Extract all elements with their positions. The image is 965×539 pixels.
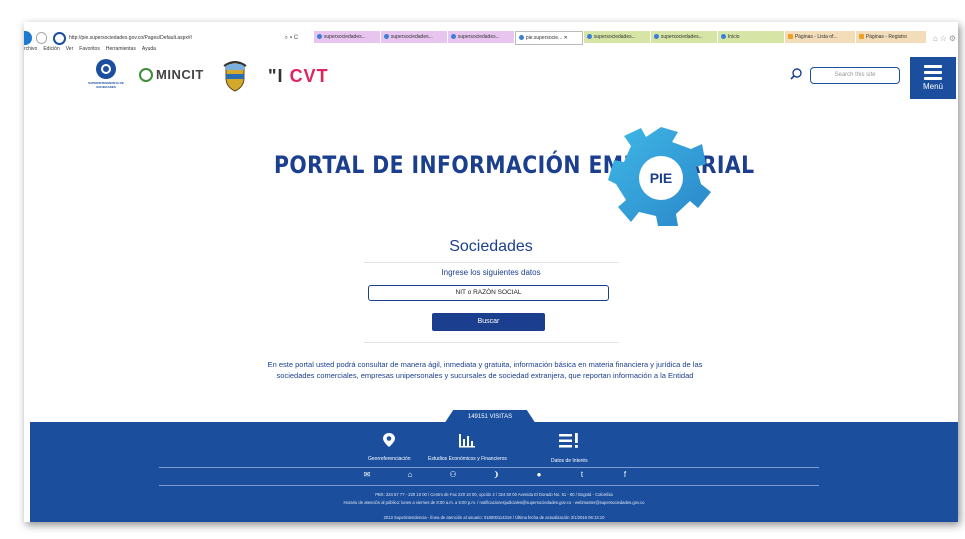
menu-edicion[interactable]: Edición: [43, 46, 59, 55]
form-subtitle: Ingrese los siguientes datos: [441, 268, 541, 277]
colombia-shield-icon[interactable]: [222, 60, 248, 92]
browser-tab[interactable]: Inicio: [717, 31, 784, 43]
datos-de-interes-link[interactable]: Datos de Interés: [551, 432, 588, 464]
location-pin-icon: [383, 433, 396, 447]
menu-archivo[interactable]: rchivo: [24, 46, 37, 55]
rss-icon[interactable]: ❩: [488, 470, 504, 479]
tab-favicon-icon: [383, 34, 389, 40]
menu-favoritos[interactable]: Favoritos: [79, 46, 100, 55]
browser-tab[interactable]: supersociedades...: [447, 31, 514, 43]
list-alert-icon: [559, 433, 579, 448]
footer-copyright-line: 2013 Superintendencia - línea de atenció…: [383, 515, 605, 520]
mincit-logo-icon: [139, 67, 153, 82]
tab-favicon-icon: [787, 34, 793, 40]
tab-favicon-icon: [518, 35, 524, 41]
site-favicon-icon: [53, 31, 67, 45]
browser-tab[interactable]: supersociedades...: [583, 31, 650, 43]
address-bar: http://pie.supersociedades.gov.co/Pages/…: [24, 30, 958, 46]
tab-favicon-icon: [586, 34, 592, 40]
footer-divider: [159, 467, 819, 468]
browser-menubar: rchivo Edición Ver Favoritos Herramienta…: [24, 46, 156, 55]
browser-window: http://pie.supersociedades.gov.co/Pages/…: [24, 22, 958, 522]
forward-button[interactable]: [35, 32, 48, 44]
browser-tabs: supersociedades... supersociedades... su…: [313, 31, 927, 45]
footer-divider: [159, 485, 819, 486]
menu-ayuda[interactable]: Ayuda: [142, 46, 156, 55]
browser-tab-active[interactable]: pie.supersocie... ✕: [514, 31, 583, 45]
youtube-icon[interactable]: ●: [531, 470, 547, 479]
tab-favicon-icon: [653, 34, 659, 40]
facebook-icon[interactable]: f: [617, 470, 633, 479]
browser-tab[interactable]: supersociedades...: [313, 31, 380, 43]
cvt-logo[interactable]: "I CVT: [268, 66, 329, 87]
georreferenciacion-link[interactable]: Georreferenciación: [368, 432, 411, 462]
home-icon[interactable]: ⌂: [402, 470, 418, 479]
form-title: Sociedades: [449, 238, 533, 255]
search-button[interactable]: Buscar: [432, 313, 545, 331]
menu-herramientas[interactable]: Herramientas: [106, 46, 136, 55]
nit-razon-social-input[interactable]: NIT o RAZÓN SOCIAL: [368, 285, 609, 301]
twitter-icon[interactable]: t: [574, 470, 590, 479]
mail-icon[interactable]: ✉: [359, 470, 375, 479]
tab-favicon-icon: [316, 34, 322, 40]
pie-logo-label: PIE: [650, 170, 673, 186]
menu-ver[interactable]: Ver: [66, 46, 74, 55]
tab-favicon-icon: [858, 34, 864, 40]
supersociedades-logo[interactable]: SUPERINTENDENCIA DE SOCIEDADES: [86, 59, 126, 89]
window-icons[interactable]: ⌂☆⚙: [933, 34, 958, 43]
tab-favicon-icon: [720, 34, 726, 40]
sitemap-icon[interactable]: ⚇: [445, 470, 461, 479]
browser-tab[interactable]: Páginas - Lista of...: [784, 31, 855, 43]
estudios-economicos-link[interactable]: Estudios Económicos y Financieros: [428, 432, 507, 462]
search-icon[interactable]: [790, 68, 802, 80]
pie-logo: PIE: [608, 127, 711, 226]
footer-hours-line: Horario de atención al público: lunes a …: [343, 500, 645, 505]
menu-button[interactable]: Menú: [910, 57, 956, 99]
url-input[interactable]: http://pie.supersociedades.gov.co/Pages/…: [69, 35, 285, 41]
supersociedades-logo-icon: [96, 59, 116, 79]
footer-contact-line: PBX: 324 57 77 - 220 10 00 / Centro de F…: [375, 492, 613, 497]
portal-description: En este portal usted podrá consultar de …: [267, 360, 703, 380]
divider: [364, 342, 619, 343]
site-search-input[interactable]: Search this site: [810, 67, 900, 84]
browser-tab[interactable]: Páginas - Registro: [855, 31, 926, 43]
mincit-logo[interactable]: MINCIT: [139, 67, 204, 82]
back-button[interactable]: [24, 31, 32, 45]
hamburger-icon: [924, 65, 942, 80]
divider: [364, 262, 619, 263]
browser-tab[interactable]: supersociedades...: [650, 31, 717, 43]
url-tools[interactable]: ⌕ ▾ C: [285, 35, 314, 42]
tab-favicon-icon: [450, 34, 456, 40]
social-links: ✉ ⌂ ⚇ ❩ ● t f: [359, 470, 633, 479]
bar-chart-icon: [459, 434, 476, 448]
browser-tab[interactable]: supersociedades...: [380, 31, 447, 43]
